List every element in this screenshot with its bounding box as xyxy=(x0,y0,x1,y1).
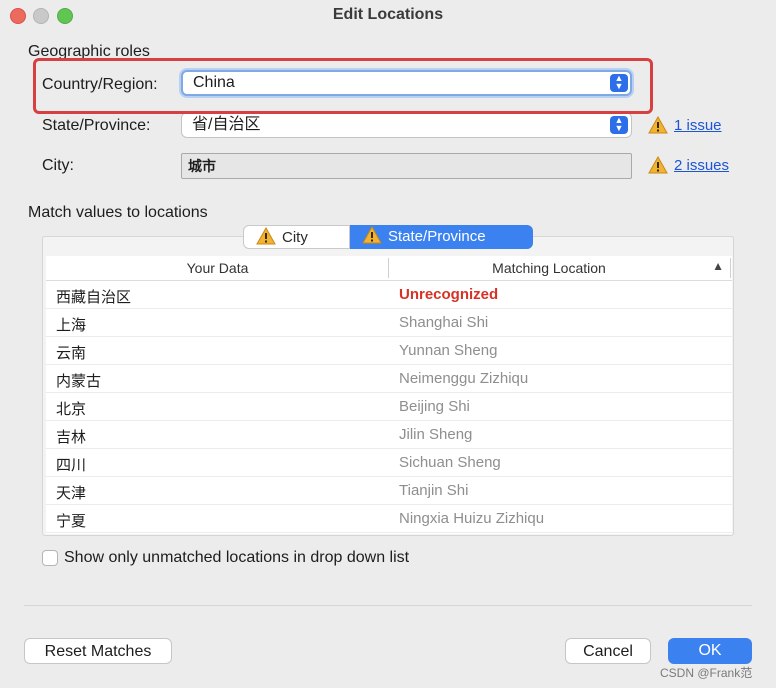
reset-matches-button[interactable]: Reset Matches xyxy=(24,638,172,664)
table-row[interactable]: 宁夏 Ningxia Huizu Zizhiqu xyxy=(46,505,732,533)
cell-matching-location[interactable]: Yunnan Sheng xyxy=(399,342,497,359)
match-table[interactable]: Your Data Matching Location ▲ 西藏自治区 Unrec… xyxy=(46,256,732,534)
cell-matching-location[interactable]: Unrecognized xyxy=(399,286,498,303)
table-row[interactable]: 西藏自治区 Unrecognized xyxy=(46,281,732,309)
updown-chevron-icon: ▲ ▼ xyxy=(610,116,628,134)
city-issue-link[interactable]: 2 issues xyxy=(674,157,729,174)
cell-your-data: 北京 xyxy=(56,401,87,418)
window-title: Edit Locations xyxy=(332,6,444,23)
city-field[interactable]: 城市 xyxy=(181,153,632,179)
ok-button[interactable]: OK xyxy=(668,638,752,664)
cell-matching-location[interactable]: Beijing Shi xyxy=(399,398,470,415)
warning-icon xyxy=(256,227,276,245)
cell-matching-location[interactable]: Jilin Sheng xyxy=(399,426,472,443)
watermark-text: CSDN @Frank范 xyxy=(660,666,753,680)
table-row[interactable]: 内蒙古 Neimenggu Zizhiqu xyxy=(46,365,732,393)
cell-your-data: 吉林 xyxy=(56,429,87,446)
cell-your-data: 西藏自治区 xyxy=(56,289,132,306)
cancel-button[interactable]: Cancel xyxy=(565,638,651,664)
cell-your-data: 内蒙古 xyxy=(56,373,102,390)
table-row[interactable]: 四川 Sichuan Sheng xyxy=(46,449,732,477)
cell-your-data: 云南 xyxy=(56,345,87,362)
warning-icon xyxy=(648,116,668,134)
cell-matching-location[interactable]: Shanghai Shi xyxy=(399,314,488,331)
title-bar: Edit Locations xyxy=(0,0,776,30)
warning-icon xyxy=(648,156,668,174)
table-row[interactable]: 北京 Beijing Shi xyxy=(46,393,732,421)
cell-matching-location[interactable]: Neimenggu Zizhiqu xyxy=(399,370,528,387)
cell-your-data: 天津 xyxy=(56,485,87,502)
table-body: 西藏自治区 Unrecognized 上海 Shanghai Shi 云南 Yunnan … xyxy=(46,281,732,534)
cell-your-data: 四川 xyxy=(56,457,87,474)
column-header-your-data[interactable]: Your Data xyxy=(46,260,389,276)
cell-matching-location[interactable]: Sichuan Sheng xyxy=(399,454,501,471)
match-values-title: Match values to locations xyxy=(28,204,208,221)
state-issue-link[interactable]: 1 issue xyxy=(674,117,722,134)
warning-icon xyxy=(362,226,382,244)
table-header: Your Data Matching Location ▲ xyxy=(46,256,732,281)
cell-your-data: 宁夏 xyxy=(56,513,87,530)
footer-divider xyxy=(24,605,752,606)
tab-state-province-label: State/Province xyxy=(388,228,486,245)
state-province-select[interactable]: 省/自治区 ▲ ▼ xyxy=(181,112,632,138)
column-header-matching-location[interactable]: Matching Location xyxy=(389,260,709,276)
cell-matching-location[interactable]: Ningxia Huizu Zizhiqu xyxy=(399,510,544,527)
tab-city-label: City xyxy=(282,229,308,246)
cell-matching-location[interactable]: Tianjin Shi xyxy=(399,482,468,499)
sort-ascending-icon: ▲ xyxy=(712,259,724,273)
table-row[interactable]: 云南 Yunnan Sheng xyxy=(46,337,732,365)
table-row[interactable]: 上海 Shanghai Shi xyxy=(46,309,732,337)
state-province-label: State/Province: xyxy=(42,117,151,134)
highlight-box xyxy=(33,58,653,114)
city-label: City: xyxy=(42,157,74,174)
tab-city[interactable]: City xyxy=(243,225,350,249)
show-unmatched-label[interactable]: Show only unmatched locations in drop do… xyxy=(64,549,409,567)
show-unmatched-checkbox[interactable] xyxy=(42,550,58,566)
cell-your-data: 上海 xyxy=(56,317,87,334)
table-row[interactable]: 天津 Tianjin Shi xyxy=(46,477,732,505)
table-row[interactable]: 吉林 Jilin Sheng xyxy=(46,421,732,449)
table-row[interactable]: 安徽Anhui Sheng xyxy=(46,533,732,534)
column-divider xyxy=(730,258,731,278)
state-province-value: 省/自治区 xyxy=(192,116,261,133)
tab-state-province[interactable]: State/Province xyxy=(350,225,533,249)
